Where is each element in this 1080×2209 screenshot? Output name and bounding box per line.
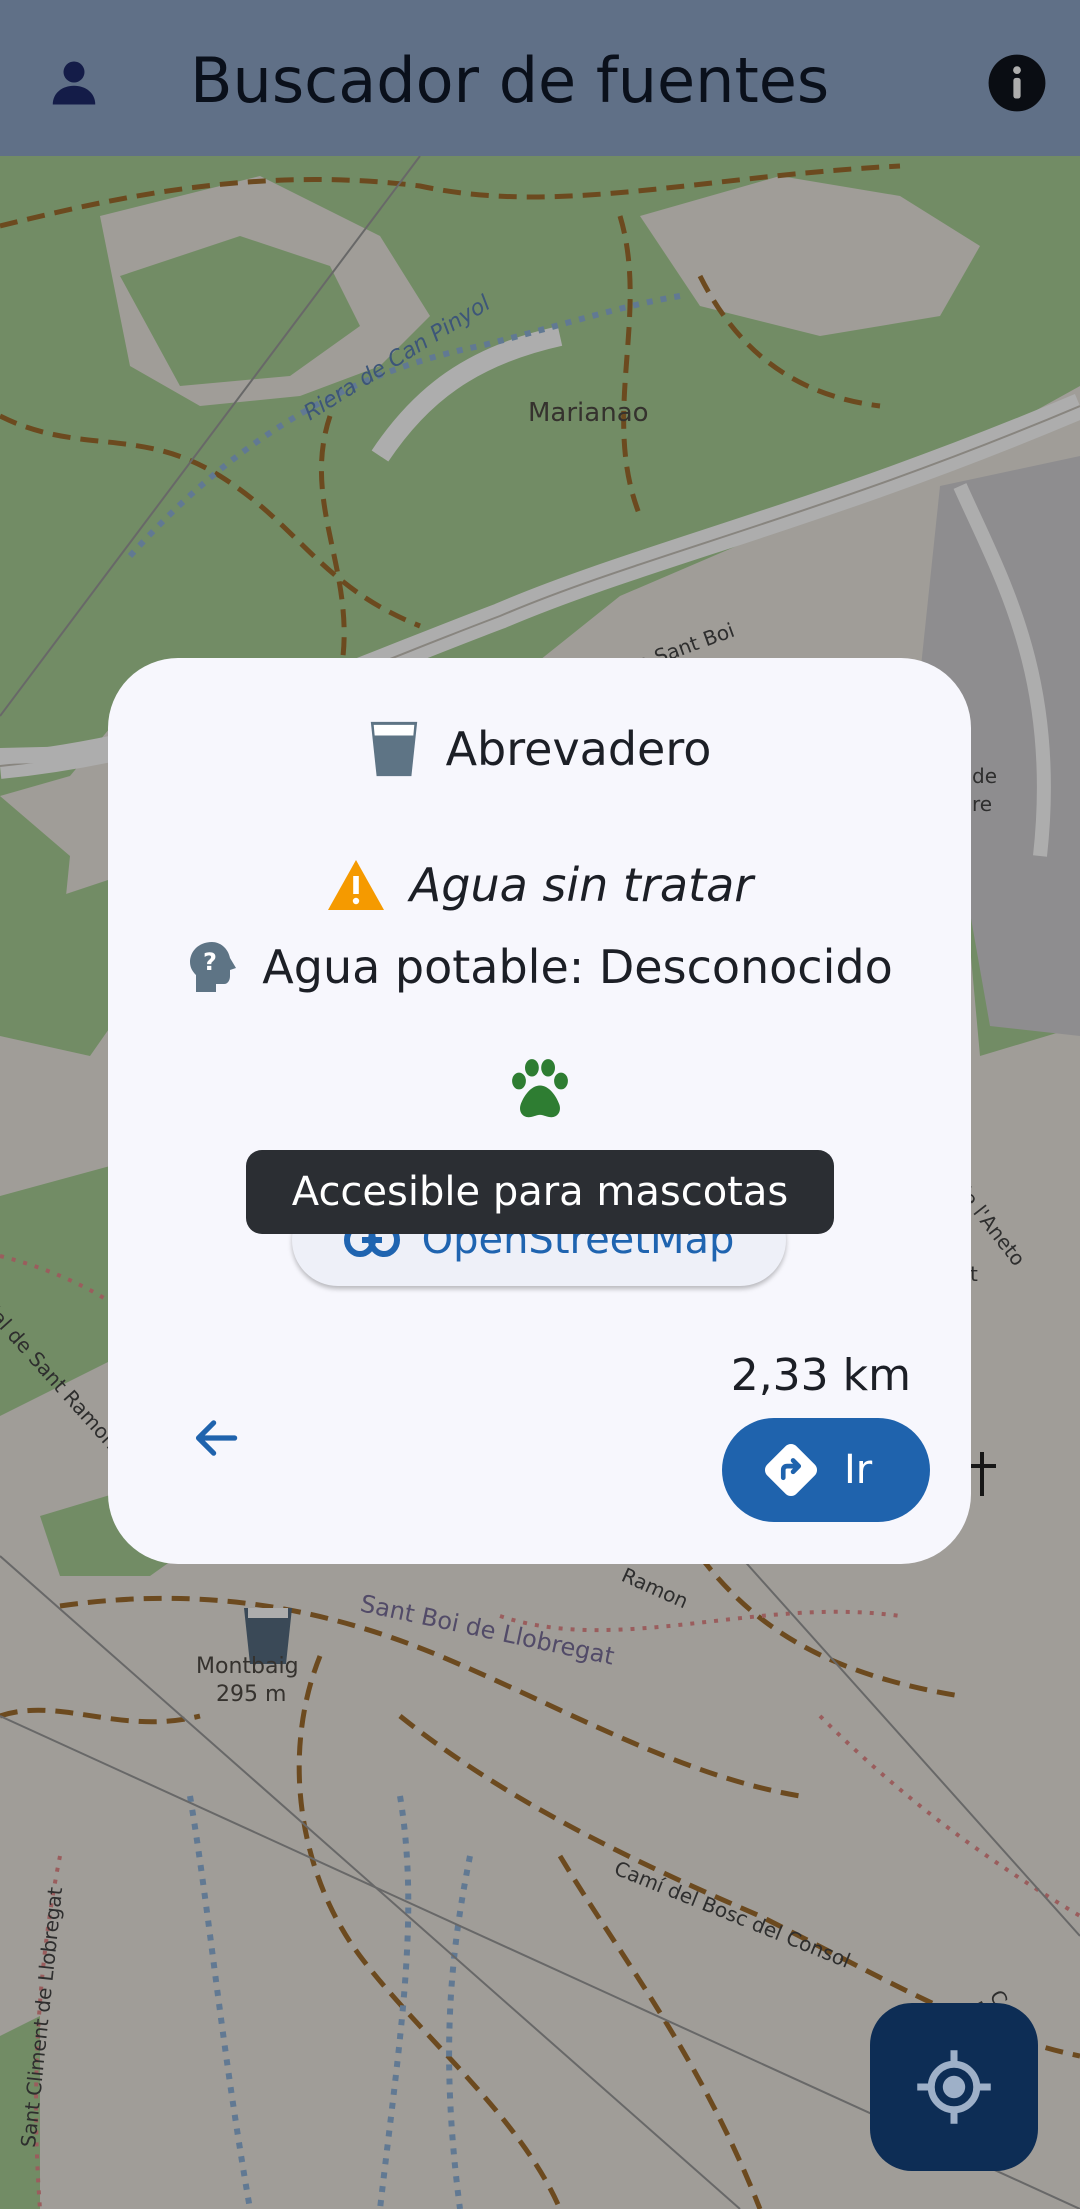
pet-friendly-tooltip: Accesible para mascotas xyxy=(246,1150,834,1234)
potable-row: ? Agua potable: Desconocido xyxy=(108,940,971,994)
go-directions-button[interactable]: Ir xyxy=(722,1418,930,1522)
distance-label: 2,33 km xyxy=(730,1350,911,1401)
fountain-type-label: Abrevadero xyxy=(445,722,712,776)
fountain-details-dialog: Abrevadero Agua sin tratar ? Agua potabl… xyxy=(108,658,971,1564)
fountain-type-row: Abrevadero xyxy=(108,720,971,778)
svg-text:?: ? xyxy=(203,948,217,976)
my-location-icon xyxy=(912,2045,996,2129)
water-glass-icon xyxy=(368,720,420,778)
untreated-water-row: Agua sin tratar xyxy=(108,858,971,912)
go-label: Ir xyxy=(844,1447,873,1493)
question-head-icon: ? xyxy=(186,940,238,994)
paw-icon xyxy=(504,1054,576,1126)
untreated-water-label: Agua sin tratar xyxy=(409,858,754,912)
directions-icon xyxy=(760,1439,822,1501)
back-arrow-icon[interactable] xyxy=(188,1410,244,1466)
warning-icon xyxy=(326,858,386,912)
my-location-button[interactable] xyxy=(870,2003,1038,2171)
potable-label: Agua potable: Desconocido xyxy=(262,940,893,994)
